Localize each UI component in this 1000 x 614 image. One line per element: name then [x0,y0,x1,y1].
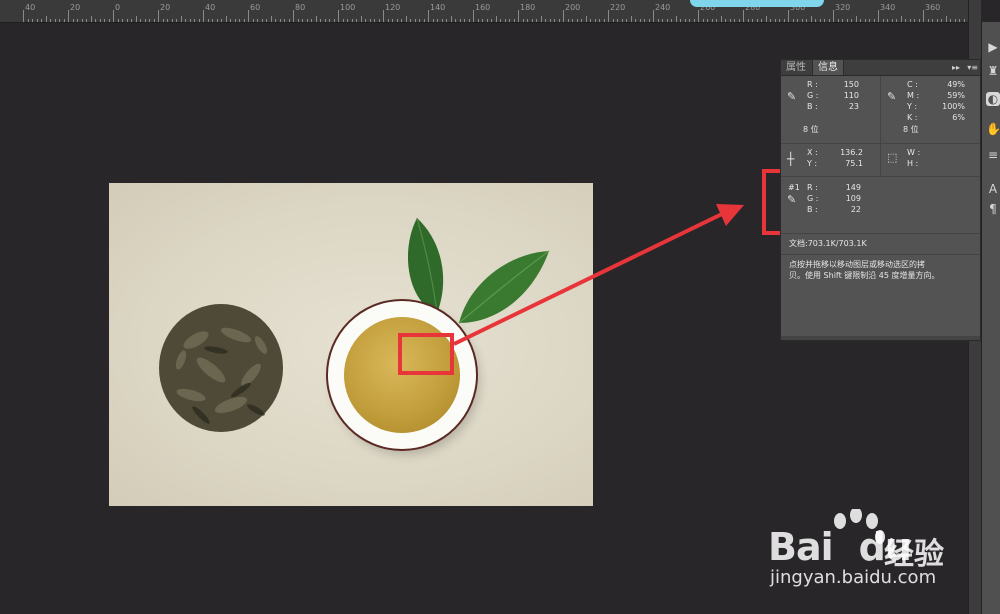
tab-properties[interactable]: 属性 [781,60,811,75]
color-sampler-section: #1 ✎ R :149 G :109 B :22 [781,177,980,234]
selection-size-icon: ⬚ [887,151,898,164]
size-w-label: W : [907,148,921,157]
cmyk-bit-depth: 8 位 [903,125,919,134]
sampler-id: #1 [788,183,800,192]
size-h-label: H : [907,159,919,168]
crosshair-icon: ┼ [787,152,795,166]
panel-menu-icon[interactable]: ▾≡ [967,60,978,75]
watermark-url: jingyan.baidu.com [770,567,937,588]
sampler-eyedropper-icon[interactable]: ✎ [787,193,796,206]
tool-hint-line1: 点按并拖移以移动图层或移动选区的拷 [789,260,925,269]
document-size-section: 文档:703.1K/703.1K [781,234,980,255]
position-section: ┼ X :136.2 Y :75.1 ⬚ W : H : [781,144,980,177]
eyedropper-icon[interactable]: ✎ [787,90,796,103]
color-readout-section: ✎ R :150 G :110 B :23 8 位 ✎ C :49% M :59… [781,76,980,144]
cmyk-eyedropper-icon[interactable]: ✎ [887,90,896,103]
panel-tab-bar: 属性 信息 ▸▸ ▾≡ [781,60,980,76]
tab-info[interactable]: 信息 [812,60,844,75]
tool-hint-section: 点按并拖移以移动图层或移动选区的拷 贝。使用 Shift 键限制沿 45 度增量… [781,255,980,325]
rgb-bit-depth: 8 位 [803,125,819,134]
panel-resize-grip[interactable] [781,336,980,340]
document-size: 文档:703.1K/703.1K [789,239,867,248]
info-panel: 属性 信息 ▸▸ ▾≡ ✎ R :150 G :110 B :23 8 位 ✎ … [780,59,981,341]
tool-hint-line2: 贝。使用 Shift 键限制沿 45 度增量方向。 [789,271,940,280]
baidu-jingyan-watermark: Bai du 经验 jingyan.baidu.com [768,505,988,605]
collapse-panel-icon[interactable]: ▸▸ [952,60,960,75]
